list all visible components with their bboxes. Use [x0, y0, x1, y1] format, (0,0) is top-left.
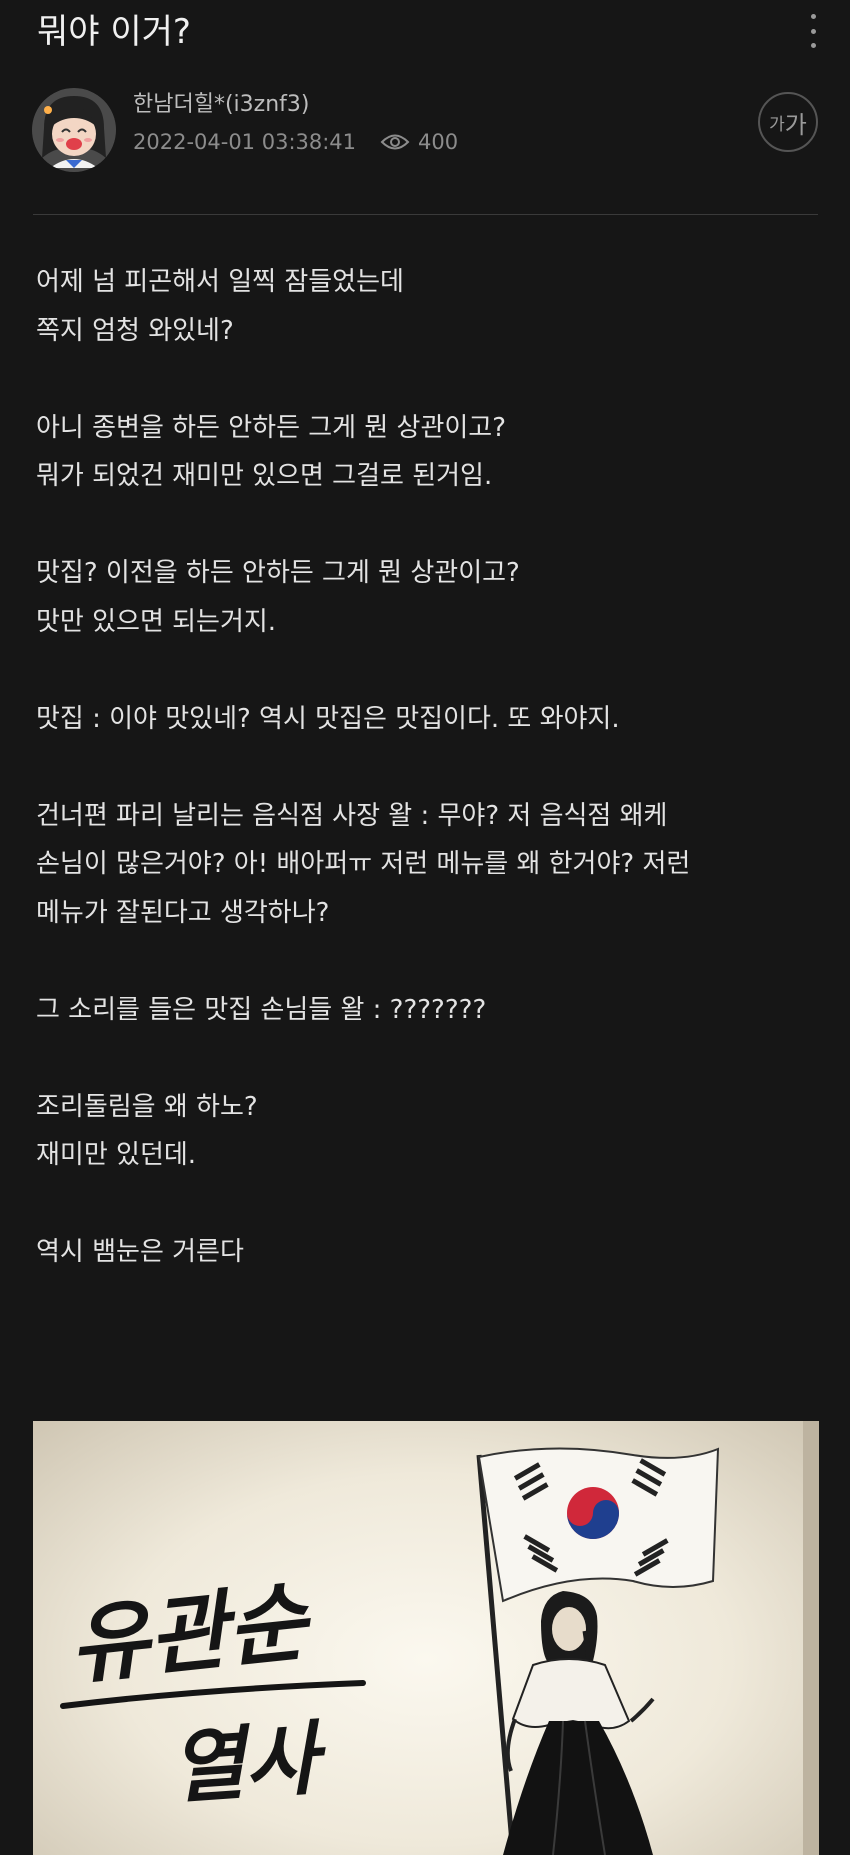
paragraph: 맛집 : 이야 맛있네? 역시 맛집은 맛집이다. 또 와야지.	[36, 703, 620, 734]
view-count: 400	[418, 130, 459, 154]
font-size-button[interactable]: 가가	[758, 92, 818, 152]
activist-figure	[503, 1591, 655, 1855]
font-size-big-label: 가	[784, 110, 807, 139]
paragraph: 조리돌림을 왜 하노? 재미만 있던데.	[36, 1091, 258, 1171]
avatar[interactable]	[32, 88, 116, 172]
taegukgi-flag	[477, 1447, 720, 1603]
calligraphy-line-2: 열사	[168, 1710, 331, 1815]
paragraph: 맛집? 이전을 하든 안하든 그게 뭔 상관이고? 맛만 있으면 되는거지.	[36, 558, 520, 637]
paragraph: 어제 넘 피곤해서 일찍 잠들었는데 쪽지 엄청 와있네?	[36, 267, 404, 346]
post-datetime: 2022-04-01 03:38:41	[133, 130, 357, 154]
avatar-character-image	[32, 88, 116, 172]
independence-activist-illustration: 유관순 열사	[60, 1421, 819, 1855]
post-image[interactable]: 유관순 열사	[33, 1421, 819, 1855]
calligraphy-title: 유관순 열사	[60, 1571, 366, 1815]
more-options-icon[interactable]	[803, 14, 823, 48]
paragraph: 역시 뱀눈은 거른다	[36, 1237, 244, 1267]
paragraph: 그 소리를 들은 맛집 손님들 왈 : ???????	[36, 994, 487, 1025]
post-meta: 2022-04-01 03:38:41 400	[133, 127, 458, 157]
post-body: 어제 넘 피곤해서 일찍 잠들었는데 쪽지 엄청 와있네? 아니 종변을 하든 …	[36, 258, 826, 1325]
post-title: 뭐야 이거?	[37, 12, 191, 52]
paragraph: 아니 종변을 하든 안하든 그게 뭔 상관이고? 뭐가 되었건 재미만 있으면 …	[36, 412, 507, 492]
header-divider	[33, 214, 818, 215]
font-size-small-label: 가	[769, 114, 785, 135]
paragraph: 건너편 파리 날리는 음식점 사장 왈 : 무야? 저 음식점 왜케 손님이 많…	[36, 800, 691, 928]
calligraphy-line-1: 유관순	[65, 1571, 317, 1697]
eye-icon	[380, 134, 410, 150]
author-name[interactable]: 한남더힐*(i3znf3)	[133, 90, 309, 120]
